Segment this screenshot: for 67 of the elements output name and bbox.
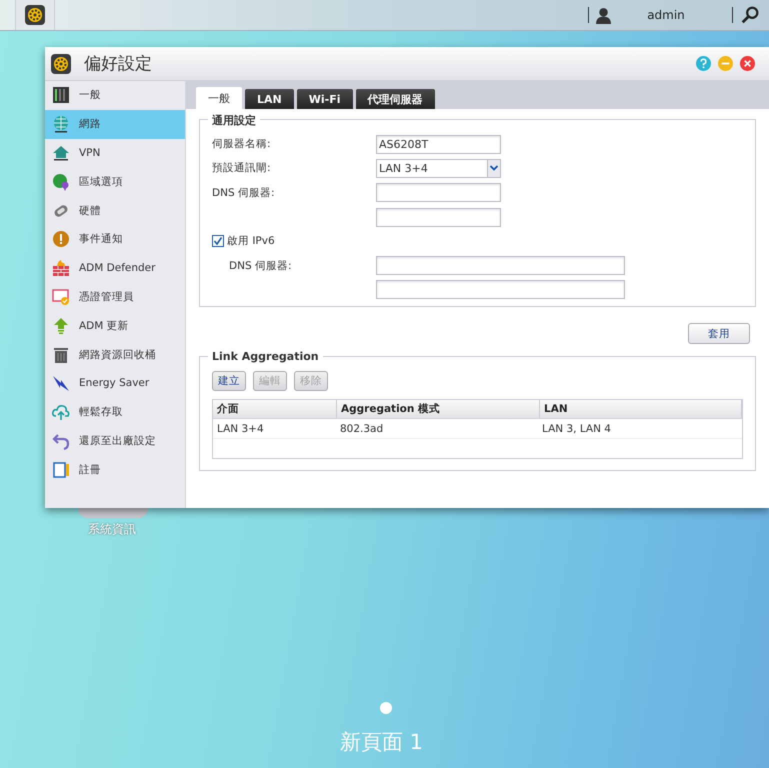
sidebar-item[interactable]: 事件通知 bbox=[45, 224, 185, 254]
server-icon bbox=[52, 86, 70, 104]
sidebar-item[interactable]: VPN bbox=[45, 138, 185, 168]
help-icon[interactable] bbox=[696, 56, 711, 71]
section-title: Link Aggregation bbox=[208, 350, 323, 364]
user-icon[interactable] bbox=[595, 6, 612, 24]
gear-wheel-icon bbox=[51, 54, 71, 74]
gear-wheel-icon[interactable] bbox=[25, 5, 45, 25]
globe-icon bbox=[52, 115, 70, 134]
ipv6-dns-field[interactable] bbox=[376, 280, 625, 300]
field-label: DNS 伺服器: bbox=[212, 186, 276, 200]
column-header[interactable]: 介面 bbox=[213, 400, 337, 418]
sidebar-item[interactable]: 硬體 bbox=[45, 196, 185, 225]
exclamation-icon bbox=[52, 230, 70, 248]
up-arrow-icon bbox=[52, 316, 70, 335]
section-title: 通用設定 bbox=[208, 113, 260, 128]
close-icon[interactable] bbox=[740, 56, 755, 71]
tab[interactable]: 一般 bbox=[196, 87, 242, 109]
sidebar-item[interactable]: 輕鬆存取 bbox=[45, 398, 185, 427]
column-header[interactable]: LAN bbox=[540, 400, 742, 418]
sidebar-item[interactable]: ADM Defender bbox=[45, 254, 185, 283]
window-title: 偏好設定 bbox=[84, 53, 152, 75]
sidebar-item[interactable]: Energy Saver bbox=[45, 368, 185, 398]
undo-arrow-icon bbox=[52, 432, 70, 450]
minimize-icon[interactable] bbox=[718, 56, 733, 71]
page-label: 新頁面 1 bbox=[340, 729, 424, 756]
user-name[interactable]: admin bbox=[622, 8, 710, 22]
firewall-icon bbox=[52, 259, 70, 278]
tab[interactable]: Wi-Fi bbox=[296, 89, 352, 109]
cloud-upload-icon bbox=[52, 403, 70, 422]
app-tile[interactable] bbox=[78, 508, 148, 518]
field-label: 預設通訊閘: bbox=[212, 161, 272, 176]
field-label: 伺服器名稱: bbox=[212, 137, 272, 152]
table-row[interactable]: LAN 3+4 802.3ad LAN 3, LAN 4 bbox=[213, 419, 742, 440]
table-cell-text: LAN 3+4 bbox=[216, 422, 265, 437]
field-label: DNS 伺服器: bbox=[228, 258, 292, 273]
search-icon[interactable] bbox=[741, 6, 759, 24]
toolbar-button[interactable]: 建立 bbox=[212, 371, 246, 392]
apply-button[interactable]: 套用 bbox=[688, 323, 750, 344]
table-cell-text: LAN 3, LAN 4 bbox=[541, 422, 612, 437]
sidebar-item[interactable]: 網路資源回收桶 bbox=[45, 340, 185, 369]
checkmark-icon bbox=[213, 236, 223, 246]
lightning-icon bbox=[52, 374, 70, 392]
tab[interactable]: LAN bbox=[245, 89, 294, 109]
dns-field[interactable] bbox=[376, 183, 501, 202]
ipv6-dns-field[interactable] bbox=[376, 256, 625, 276]
house-icon bbox=[52, 144, 70, 162]
sidebar-item[interactable]: 還原至出廠設定 bbox=[45, 426, 185, 456]
sidebar-item[interactable]: ADM 更新 bbox=[45, 311, 185, 340]
dns-field[interactable] bbox=[376, 208, 501, 227]
certificate-icon bbox=[52, 288, 70, 306]
sidebar-item[interactable]: 一般 bbox=[45, 81, 185, 110]
table-cell-text: 802.3ad bbox=[339, 422, 384, 437]
page-dot[interactable] bbox=[380, 702, 392, 714]
trash-icon bbox=[52, 346, 70, 364]
tab[interactable]: 代理伺服器 bbox=[356, 89, 434, 109]
sidebar-item[interactable]: 區域選項 bbox=[45, 167, 185, 196]
gateway-dropdown[interactable]: LAN 3+4 bbox=[376, 158, 501, 178]
ipv6-checkbox[interactable]: 啟用 IPv6 bbox=[212, 234, 275, 248]
globe-pin-icon bbox=[52, 172, 70, 191]
sidebar-item[interactable]: 網路 bbox=[45, 110, 185, 139]
sidebar-item[interactable]: 註冊 bbox=[45, 455, 185, 484]
caret-icon bbox=[490, 165, 498, 172]
server-name-field[interactable]: AS6208T bbox=[376, 134, 501, 154]
sidebar-item[interactable]: 憑證管理員 bbox=[45, 282, 185, 312]
notepad-icon bbox=[52, 460, 70, 479]
column-header[interactable]: Aggregation 模式 bbox=[337, 400, 540, 418]
